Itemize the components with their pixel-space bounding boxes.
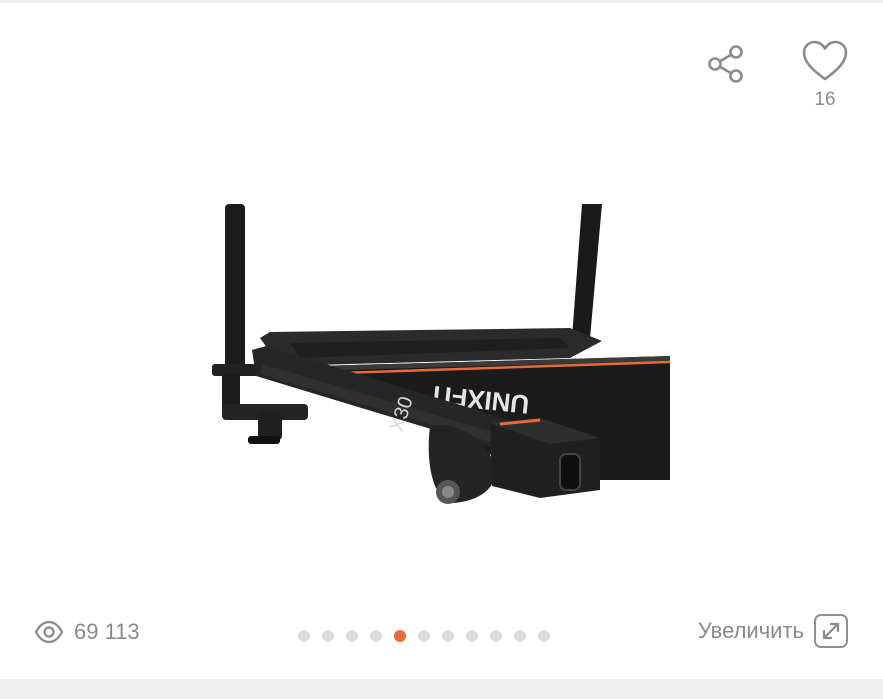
gallery-dot[interactable]: [370, 630, 382, 642]
expand-icon: [814, 614, 848, 648]
treadmill-left-upright: [225, 204, 245, 372]
view-counter: 69 113: [34, 615, 140, 649]
views-count: 69 113: [74, 619, 140, 644]
favorite-button[interactable]: 16: [797, 39, 853, 119]
product-image-treadmill[interactable]: UNIXFIT X30: [200, 198, 680, 518]
treadmill-right-upright: [572, 204, 602, 338]
gallery-dot[interactable]: [442, 630, 454, 642]
page-background-strip: [0, 679, 883, 699]
gallery-pagination: [298, 629, 550, 643]
gallery-dot-active[interactable]: [394, 630, 406, 642]
favorites-count: 16: [814, 89, 836, 110]
gallery-dot[interactable]: [322, 630, 334, 642]
product-gallery-card: 16 UNIXFIT X30 69 113 Увеличить: [0, 3, 883, 679]
share-icon: [708, 45, 743, 83]
eye-icon: [34, 620, 64, 644]
gallery-dot[interactable]: [298, 630, 310, 642]
zoom-button[interactable]: Увеличить: [698, 611, 848, 651]
gallery-dot[interactable]: [514, 630, 526, 642]
heart-icon: [802, 40, 848, 81]
gallery-dot[interactable]: [418, 630, 430, 642]
gallery-dot[interactable]: [346, 630, 358, 642]
gallery-dot[interactable]: [490, 630, 502, 642]
zoom-label: Увеличить: [697, 618, 804, 643]
gallery-dot[interactable]: [466, 630, 478, 642]
gallery-dot[interactable]: [538, 630, 550, 642]
share-button[interactable]: [701, 39, 751, 89]
